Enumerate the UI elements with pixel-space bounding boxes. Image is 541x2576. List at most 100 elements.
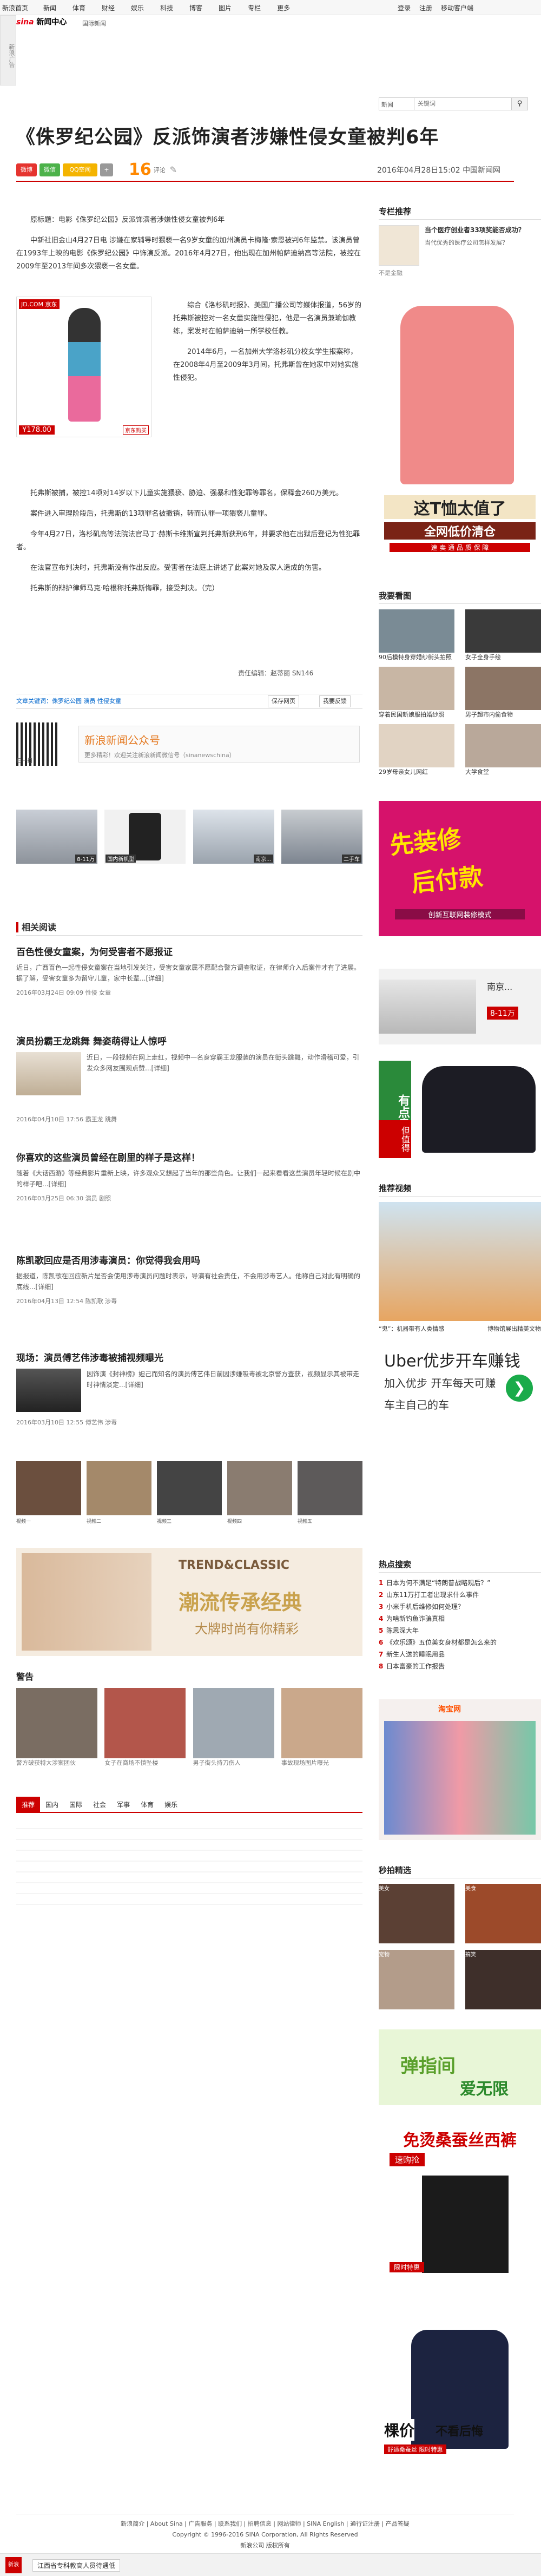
ad-card[interactable]: 南京... [193,810,274,864]
tshirt-ad[interactable]: 这T恤太值了 全网低价清仓 速 卖 通 品 质 保 障 [379,295,541,560]
recommend-caption[interactable]: “鬼”：机器带有人类情感 [379,1324,444,1333]
column-item[interactable]: 当个医疗创业者33项奖能否成功？ 当代优秀的医疗公司怎样发展？ 不是金融 [379,225,541,277]
hot-search-item[interactable]: 6 《欢乐颂》五位美女身材都是怎么来的 [379,1637,541,1648]
related-item-title[interactable]: 演员扮霸王龙跳舞 舞姿萌得让人惊呼 [16,1034,362,1047]
tab-society[interactable]: 社会 [88,1797,111,1812]
tab-sports[interactable]: 体育 [135,1797,159,1812]
nav-tech[interactable]: 科技 [160,3,173,12]
photo-card[interactable]: 女子全身手绘 [465,609,541,661]
nav-more[interactable]: 更多 [277,3,290,12]
save-page-button[interactable]: 保存网页 [268,695,299,707]
video-thumb[interactable]: 视频三 [157,1461,222,1524]
miaopai-card[interactable]: 美女 [379,1884,454,1943]
bottom-bar-news[interactable]: 江西省专科教高人员待遇低 [32,2559,121,2572]
photo-card[interactable]: 90后模特身穿婚纱街头拍照 [379,609,454,661]
related-item-tags[interactable]: 傅艺伟 涉毒 [85,1419,117,1426]
product-buy-button[interactable]: 京东购买 [123,425,149,435]
related-item-title[interactable]: 百色性侵女童案，为何受害者不愿报证 [16,944,362,958]
miaopai-card[interactable]: 搞笑 [465,1950,541,2009]
register-link[interactable]: 注册 [419,3,432,12]
clothes-ad[interactable]: 有点贵 但值得 [379,1061,541,1158]
related-item-tags[interactable]: 陈凯歌 涉毒 [85,1298,117,1305]
site-logo[interactable]: sina 新闻中心 [16,16,67,27]
warning-card[interactable]: 事故现场图片曝光 [281,1688,362,1767]
related-item-tags[interactable]: 性侵 女童 [85,989,111,996]
share-qzone-button[interactable]: QQ空间 [63,163,97,176]
share-weibo-button[interactable]: 微博 [16,163,37,176]
hot-search-item[interactable]: 1 日本为何不满足“特朗普战略观后？” [379,1577,541,1589]
miaopai-card[interactable]: 美食 [465,1884,541,1943]
weixin-banner[interactable]: 新浪新闻公众号 更多精彩！欢迎关注新浪新闻微信号（sinanewschina） [78,726,360,763]
search-type-select[interactable]: 新闻 [379,97,414,110]
related-item-title[interactable]: 陈凯歌回应是否用涉毒演员：你觉得我会用吗 [16,1253,362,1266]
related-item-thumb[interactable] [16,1052,81,1095]
nav-blog[interactable]: 博客 [189,3,202,12]
news-list[interactable] [16,1818,362,1905]
nav-sports[interactable]: 体育 [72,3,85,12]
pants-ad[interactable]: 免烫桑蚕丝西裤 速购抢 限时特惠 [379,2121,541,2278]
nav-news[interactable]: 新闻 [43,3,56,12]
photo-card[interactable]: 穿着民国新娘服拍婚纱照 [379,667,454,719]
hot-search-item[interactable]: 7 新生人送的睡眠用品 [379,1648,541,1660]
breadcrumb[interactable]: 国际新闻 [82,19,106,28]
warning-card[interactable]: 男子街头持刀伤人 [193,1688,274,1767]
column-item-title[interactable]: 当个医疗创业者33项奖能否成功？ [425,225,525,234]
related-item-title[interactable]: 现场：演员傅艺伟涉毒被捕视频曝光 [16,1350,362,1364]
side-ad[interactable]: 新浪广告 [0,15,16,86]
shirt-ad[interactable]: 棵价 不看后悔 舒适桑蚕丝 限时特惠 [379,2319,541,2465]
nav-photo[interactable]: 图片 [219,3,232,12]
video-thumb[interactable]: 视频五 [298,1461,362,1524]
nav-finance[interactable]: 财经 [102,3,115,12]
login-link[interactable]: 登录 [398,3,411,12]
sina-icon[interactable]: 新浪 [5,2557,22,2573]
recommend-video-image[interactable] [379,1202,541,1321]
feedback-button[interactable]: 我要反馈 [319,695,351,707]
renovation-ad[interactable]: 先装修 后付款 创新互联网装修模式 [379,801,541,936]
nav-ent[interactable]: 娱乐 [131,3,144,12]
article-source[interactable]: 中国新闻网 [463,166,500,175]
related-item-thumb[interactable] [16,1369,81,1412]
search-input[interactable] [414,97,512,110]
video-thumb[interactable]: 视频四 [227,1461,292,1524]
mobile-app-link[interactable]: 移动客户端 [441,3,473,12]
tab-domestic[interactable]: 国内 [40,1797,64,1812]
tab-recommend[interactable]: 推荐 [16,1797,41,1812]
tab-international[interactable]: 国际 [64,1797,88,1812]
product-ad[interactable]: JD.COM 京东 ¥178.00 京东购买 [16,297,151,437]
search-icon[interactable]: ⚲ [512,97,528,110]
hot-search-item[interactable]: 4 为啥新钓鱼诈骗真相 [379,1613,541,1625]
miaopai-card[interactable]: 宠物 [379,1950,454,2009]
tab-ent[interactable]: 娱乐 [159,1797,183,1812]
warning-card[interactable]: 警方破获特大涉案团伙 [16,1688,97,1767]
home-link[interactable]: 新浪首页 [2,3,28,12]
share-more-button[interactable]: + [100,163,113,176]
trend-ad[interactable]: TREND&CLASSIC 潮流传承经典 大牌时尚有你精彩 [16,1548,362,1656]
ad-card[interactable]: 二手车 [281,810,362,864]
ad-card[interactable]: 8-11万 [16,810,97,864]
video-thumb[interactable]: 视频一 [16,1461,81,1524]
hot-search-item[interactable]: 3 小米手机后维修如何处理？ [379,1601,541,1613]
video-thumb[interactable]: 视频二 [87,1461,151,1524]
comment-count[interactable]: 16 [129,160,151,179]
share-weixin-button[interactable]: 微信 [39,163,60,176]
photo-card[interactable]: 男子超市内偷食物 [465,667,541,719]
bounce-ad[interactable]: 弹指间 爱无限 [379,2029,541,2105]
recommend-caption[interactable]: 博物馆展出精美文物 [487,1324,541,1333]
hot-search-item[interactable]: 8 日本富豪的工作报告 [379,1660,541,1672]
photo-card[interactable]: 29岁母亲女儿网红 [379,724,454,776]
ad-card[interactable]: 国内新机型 [104,810,186,864]
hot-search-item[interactable]: 2 山东11万打工者出现求什么事件 [379,1589,541,1601]
uber-ad[interactable]: Uber优步开车赚钱 加入优步 开车每天可赚 车主自己的车 ❯ [379,1337,541,1434]
warning-card[interactable]: 女子在商场不慎坠楼 [104,1688,186,1767]
car-ad[interactable]: 南京... 8-11万 [379,969,541,1044]
nav-column[interactable]: 专栏 [248,3,261,12]
footer-links[interactable]: 新浪简介 | About Sina | 广告服务 | 联系我们 | 招聘信息 |… [16,2519,514,2529]
related-item-tags[interactable]: 演员 剧照 [85,1195,111,1202]
tab-military[interactable]: 军事 [111,1797,135,1812]
edit-icon[interactable]: ✎ [170,165,177,175]
related-item-tags[interactable]: 霸王龙 跳舞 [85,1116,117,1123]
hot-search-item[interactable]: 5 陈思深大年 [379,1625,541,1637]
store-ad[interactable]: 淘宝网 [379,1699,541,1840]
photo-card[interactable]: 大学食堂 [465,724,541,776]
related-item-title[interactable]: 你喜欢的这些演员曾经在剧里的样子是这样！ [16,1150,362,1164]
